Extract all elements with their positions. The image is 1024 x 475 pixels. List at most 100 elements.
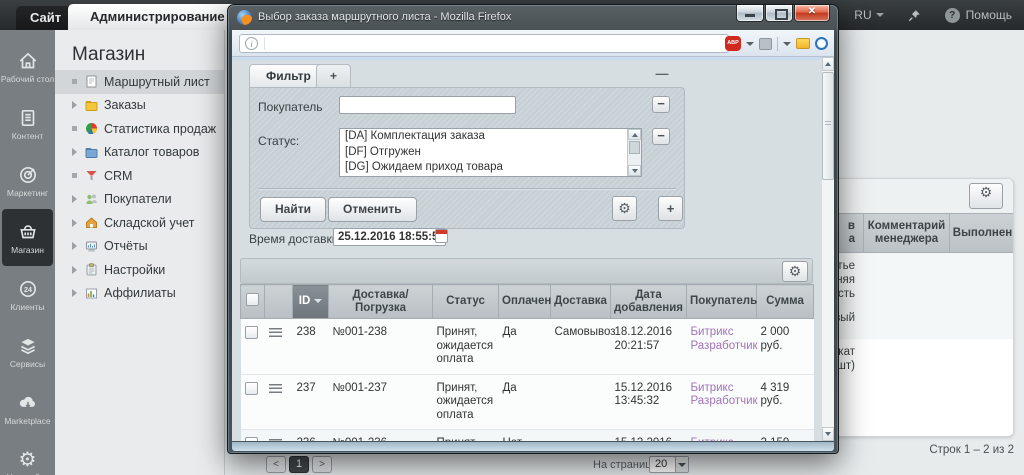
scroll-down-arrow[interactable]	[822, 427, 834, 441]
current-page-button[interactable]: 1	[289, 456, 309, 473]
scroll-up-arrow[interactable]	[822, 57, 834, 71]
collapse-filter-button[interactable]: —	[653, 68, 671, 83]
row-checkbox[interactable]	[245, 326, 258, 339]
menu-item-label: Каталог товаров	[104, 145, 199, 159]
language-label: RU	[854, 8, 871, 22]
column-header-sum[interactable]: Сумма	[757, 285, 814, 319]
delivery-time-input[interactable]	[333, 228, 446, 246]
firefox-icon	[237, 10, 252, 25]
menu-item-crm[interactable]: CRM	[55, 164, 224, 188]
filter-settings-button[interactable]	[612, 196, 637, 221]
column-header-delivery-load[interactable]: Доставка/Погрузка	[329, 285, 433, 319]
url-bar[interactable]	[239, 34, 729, 53]
help-button[interactable]: Помощь	[945, 8, 1012, 23]
buyer-link[interactable]: Битрикс Разработчик	[691, 382, 758, 408]
extension-icon[interactable]	[759, 38, 772, 50]
select-all-checkbox[interactable]	[246, 293, 259, 306]
listbox-scrollbar[interactable]	[627, 129, 641, 176]
menu-item-sales-stats[interactable]: Статистика продаж	[55, 117, 224, 141]
tab-admin[interactable]: Администрирование	[68, 4, 247, 30]
site-info-icon[interactable]	[245, 37, 258, 50]
status-option[interactable]: [DG] Ожидаем приход товара	[340, 160, 641, 176]
select-all-header[interactable]	[241, 285, 265, 319]
browser-toolbar	[232, 30, 834, 57]
status-listbox[interactable]: [DA] Комплектация заказа [DF] Отгружен […	[339, 128, 642, 177]
column-header-status[interactable]: Статус	[433, 285, 499, 319]
add-filter-field-button[interactable]: +	[658, 196, 683, 221]
buyer-input[interactable]	[339, 96, 516, 114]
calendar-icon[interactable]	[435, 229, 448, 243]
menu-item-buyers[interactable]: Покупатели	[55, 188, 224, 212]
window-frame-glass	[232, 442, 834, 451]
close-button[interactable]	[794, 5, 830, 22]
next-page-button[interactable]: >	[312, 456, 332, 473]
cancel-button[interactable]: Отменить	[328, 197, 417, 222]
add-filter-tab[interactable]: +	[316, 64, 351, 87]
menu-item-settings[interactable]: Настройки	[55, 258, 224, 282]
column-header-buyer[interactable]: Покупатель	[687, 285, 757, 319]
tab-site[interactable]: Сайт	[16, 6, 75, 30]
adblock-icon[interactable]	[725, 36, 741, 51]
cell-delivery	[551, 374, 611, 430]
column-header-date-added[interactable]: Дата добавления	[611, 285, 687, 319]
language-selector[interactable]: RU	[854, 8, 883, 22]
sidebar-item-desktop[interactable]: Рабочий стол	[0, 38, 55, 95]
menu-item-warehouse[interactable]: Складской учет	[55, 211, 224, 235]
content-scrollbar[interactable]	[821, 57, 834, 441]
row-checkbox[interactable]	[245, 382, 258, 395]
grid-settings-button[interactable]	[782, 261, 808, 282]
sidebar-item-clients[interactable]: 24 Клиенты	[0, 266, 55, 323]
background-grid-settings-button[interactable]	[969, 183, 1003, 209]
menu-item-catalog[interactable]: Каталог товаров	[55, 141, 224, 165]
menu-item-reports[interactable]: Отчёты	[55, 235, 224, 259]
sidebar-item-shop[interactable]: Магазин	[2, 209, 53, 266]
row-menu-icon[interactable]	[269, 328, 282, 337]
column-header-done[interactable]: Выполнен	[949, 214, 1015, 252]
menu-item-route-list[interactable]: Маршрутный лист	[55, 70, 224, 94]
addon-icon[interactable]	[815, 37, 828, 50]
pin-icon[interactable]	[908, 9, 921, 22]
buyer-link[interactable]: Битрикс Разработчик	[691, 326, 758, 352]
cell-paid: Да	[499, 319, 551, 375]
remove-buyer-field-button[interactable]: −	[652, 96, 670, 113]
maximize-button[interactable]	[765, 5, 793, 22]
column-header-paid[interactable]: Оплачен	[499, 285, 551, 319]
sidebar-item-marketing[interactable]: Маркетинг	[0, 152, 55, 209]
find-button[interactable]: Найти	[260, 197, 326, 222]
page-icon	[85, 75, 98, 88]
row-menu-icon[interactable]	[269, 439, 282, 441]
status-option[interactable]: [DA] Комплектация заказа	[340, 129, 641, 145]
remove-status-field-button[interactable]: −	[652, 128, 670, 145]
menu-item-orders[interactable]: Заказы	[55, 94, 224, 118]
extension-menu-caret[interactable]	[783, 42, 791, 46]
scrollbar-thumb[interactable]	[629, 141, 640, 154]
buyer-link[interactable]: Битрикс Разработчик	[691, 437, 758, 441]
notes-addon-icon[interactable]	[796, 38, 810, 49]
scroll-down-arrow[interactable]	[628, 165, 641, 176]
scrollbar-thumb[interactable]	[822, 72, 834, 180]
row-checkbox[interactable]	[245, 437, 258, 441]
row-menu-icon[interactable]	[269, 384, 282, 393]
adblock-menu-caret[interactable]	[746, 42, 754, 46]
sidebar-item-services[interactable]: Сервисы	[0, 323, 55, 380]
column-header-id[interactable]: ID	[293, 285, 329, 319]
prev-page-button[interactable]: <	[266, 456, 286, 473]
folder-icon	[85, 146, 98, 159]
minimize-button[interactable]	[736, 5, 764, 22]
menu-item-affiliates[interactable]: Аффилиаты	[55, 282, 224, 306]
sidebar-item-label: Рабочий стол	[1, 75, 54, 84]
window-title: Выбор заказа маршрутного листа - Mozilla…	[258, 11, 511, 23]
window-titlebar[interactable]: Выбор заказа маршрутного листа - Mozilla…	[228, 5, 838, 29]
order-select-window: Выбор заказа маршрутного листа - Mozilla…	[227, 4, 839, 454]
status-option[interactable]: [DF] Отгружен	[340, 145, 641, 161]
cell-id: 238	[293, 319, 329, 375]
expand-arrow-icon	[69, 195, 79, 203]
sidebar-item-settings[interactable]: ⚙ Настройки	[0, 437, 55, 475]
sidebar-item-content[interactable]: Контент	[0, 95, 55, 152]
scroll-up-arrow[interactable]	[628, 129, 641, 140]
column-header-delivery[interactable]: Доставка	[551, 285, 611, 319]
sidebar-item-marketplace[interactable]: Marketplace	[0, 380, 55, 437]
per-page-select[interactable]: 20	[649, 456, 689, 473]
cell-sum: 2 159 руб.	[757, 430, 814, 442]
column-header-manager-comment[interactable]: Комментарий менеджера	[863, 214, 949, 252]
